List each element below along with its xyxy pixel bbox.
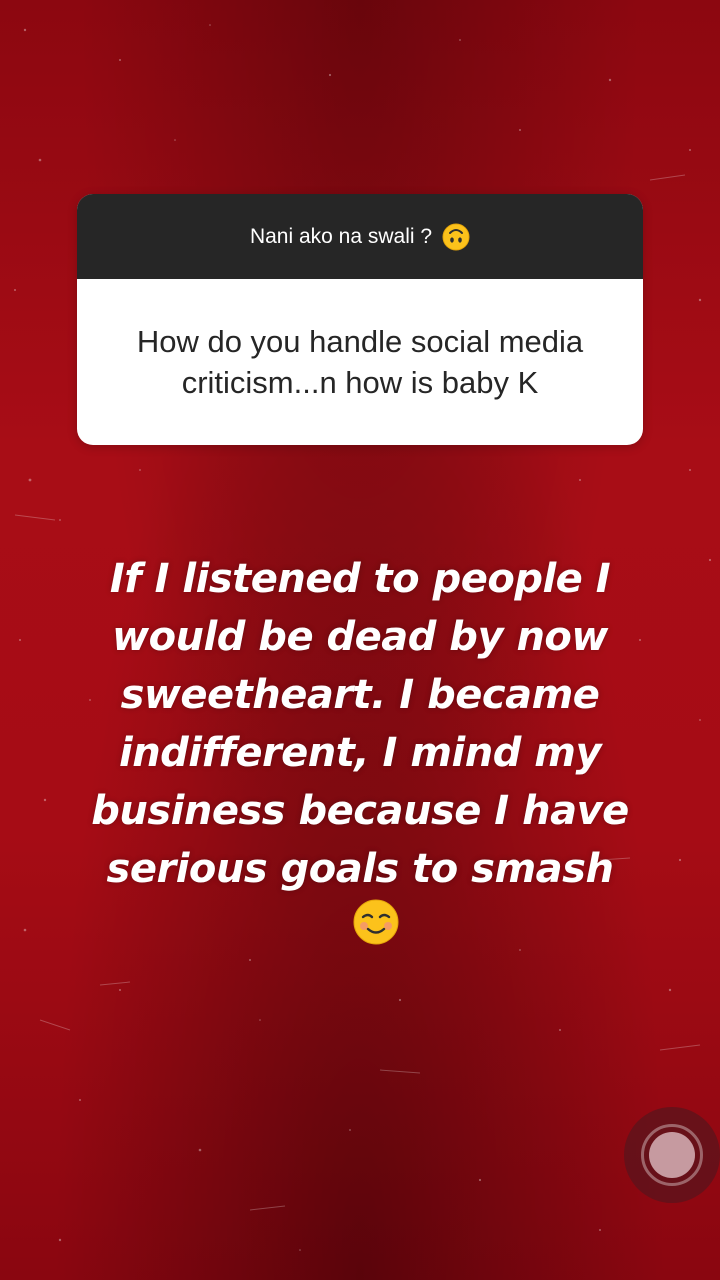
- upside-down-face-icon: [442, 223, 470, 251]
- question-text: How do you handle social media criticism…: [136, 324, 584, 400]
- record-ring: [641, 1124, 703, 1186]
- question-body: How do you handle social media criticism…: [77, 279, 643, 445]
- answer-text: If I listened to people I would be dead …: [91, 556, 629, 892]
- question-sticker[interactable]: Nani ako na swali ? How do you handle so…: [77, 194, 643, 445]
- record-button[interactable]: [624, 1107, 720, 1203]
- story-screen: Nani ako na swali ? How do you handle so…: [0, 0, 720, 1280]
- question-prompt-header: Nani ako na swali ?: [77, 194, 643, 279]
- record-core: [649, 1132, 695, 1178]
- smiling-face-icon: [352, 898, 400, 946]
- question-prompt: Nani ako na swali ?: [249, 224, 433, 248]
